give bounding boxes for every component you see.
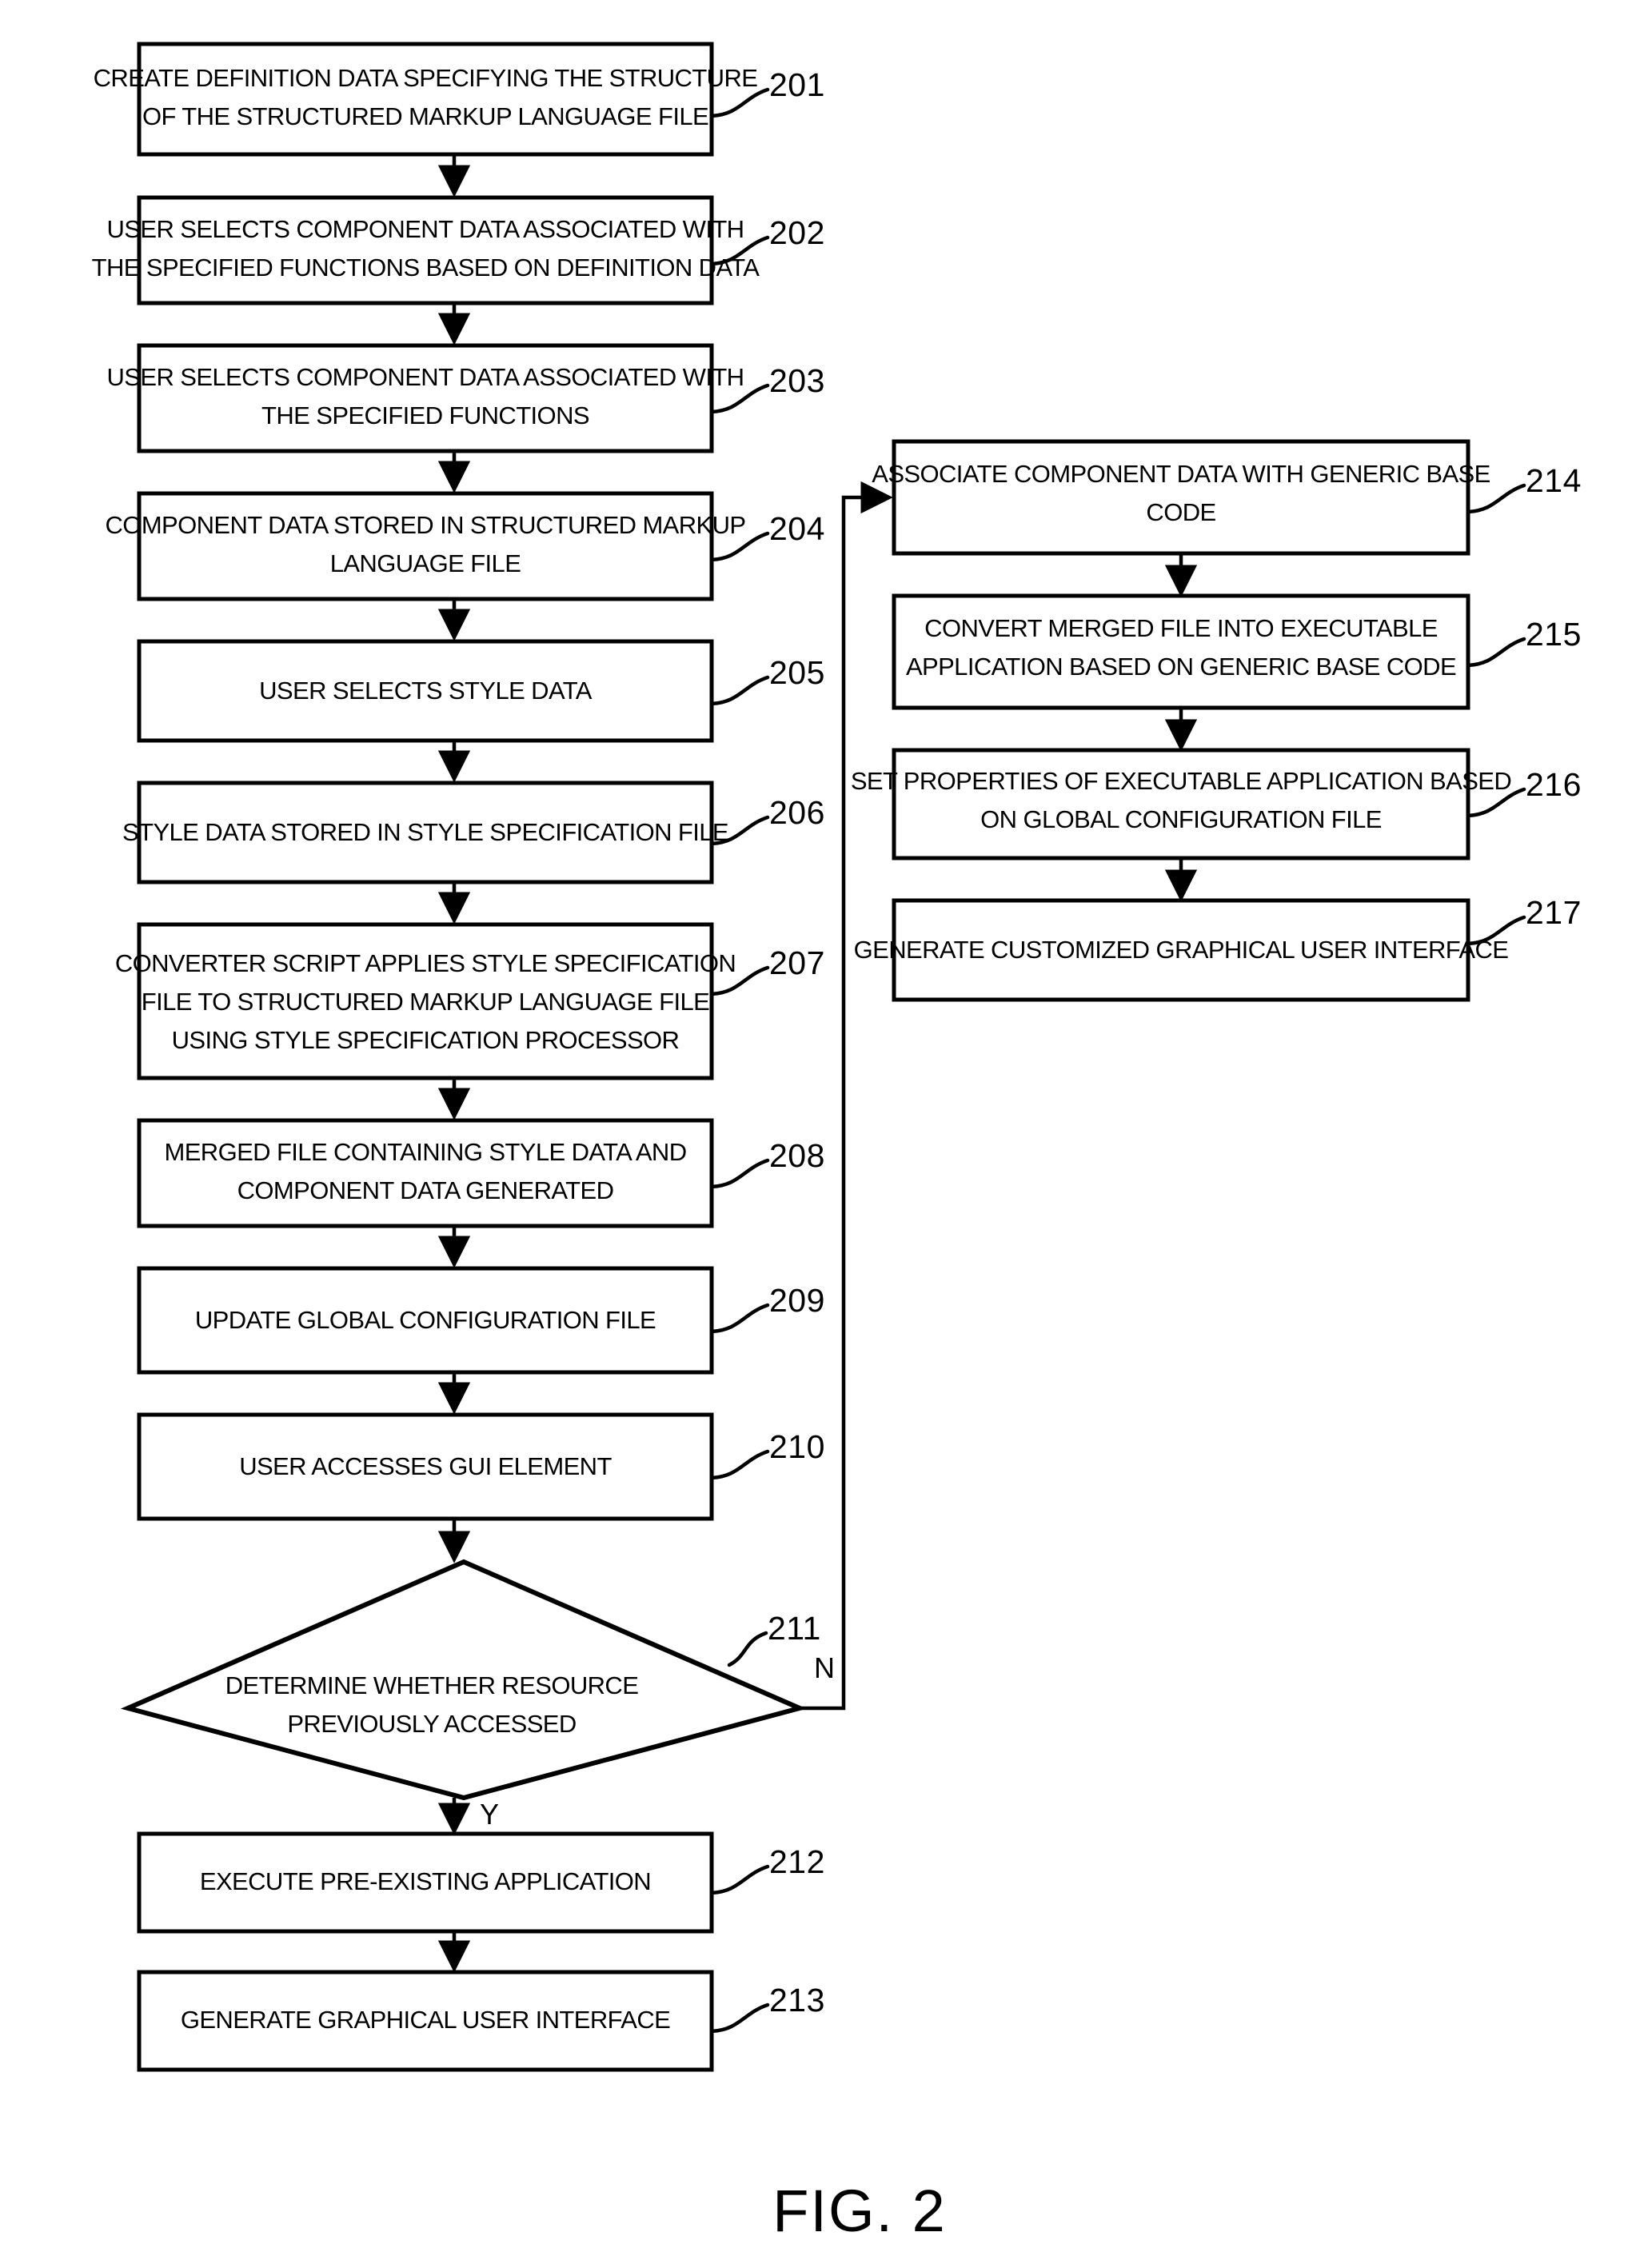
node-209-line-0: UPDATE GLOBAL CONFIGURATION FILE (195, 1306, 656, 1334)
node-202: USER SELECTS COMPONENT DATA ASSOCIATED W… (92, 195, 825, 305)
node-211-line-0: DETERMINE WHETHER RESOURCE (225, 1671, 639, 1699)
node-205-line-0: USER SELECTS STYLE DATA (259, 677, 593, 705)
patent-figure-sheet: CREATE DEFINITION DATA SPECIFYING THE ST… (0, 0, 1644, 2268)
node-202-line-1: THE SPECIFIED FUNCTIONS BASED ON DEFINIT… (92, 254, 760, 282)
node-207-line-0: CONVERTER SCRIPT APPLIES STYLE SPECIFICA… (115, 949, 736, 977)
node-203-box (137, 343, 714, 453)
figure-caption: FIG. 2 (772, 2178, 947, 2244)
node-209: UPDATE GLOBAL CONFIGURATION FILE 209 (137, 1266, 825, 1375)
node-210-line-0: USER ACCESSES GUI ELEMENT (239, 1452, 612, 1480)
node-201-box (137, 42, 714, 157)
node-217: GENERATE CUSTOMIZED GRAPHICAL USER INTER… (854, 894, 1582, 1002)
node-201-ref: 201 (769, 66, 825, 103)
node-209-ref: 209 (769, 1282, 825, 1319)
node-205-leader (709, 675, 770, 706)
node-202-line-0: USER SELECTS COMPONENT DATA ASSOCIATED W… (107, 215, 744, 243)
node-207: CONVERTER SCRIPT APPLIES STYLE SPECIFICA… (115, 922, 825, 1080)
node-202-ref: 202 (769, 214, 825, 251)
node-201-line-1: OF THE STRUCTURED MARKUP LANGUAGE FILE (142, 102, 708, 130)
node-201-line-0: CREATE DEFINITION DATA SPECIFYING THE ST… (94, 64, 758, 92)
node-204-line-0: COMPONENT DATA STORED IN STRUCTURED MARK… (106, 511, 746, 539)
node-213-line-0: GENERATE GRAPHICAL USER INTERFACE (181, 2006, 670, 2034)
node-204: COMPONENT DATA STORED IN STRUCTURED MARK… (106, 491, 825, 601)
node-204-line-1: LANGUAGE FILE (330, 549, 521, 577)
node-201: CREATE DEFINITION DATA SPECIFYING THE ST… (94, 42, 825, 157)
node-207-ref: 207 (769, 944, 825, 981)
node-211-ref: 211 (768, 1610, 821, 1647)
node-216: SET PROPERTIES OF EXECUTABLE APPLICATION… (851, 748, 1582, 860)
node-212-ref: 212 (769, 1843, 825, 1880)
node-215-ref: 215 (1526, 616, 1582, 653)
node-207-line-2: USING STYLE SPECIFICATION PROCESSOR (172, 1026, 680, 1054)
node-208-leader (709, 1158, 770, 1189)
node-215-leader (1466, 637, 1526, 668)
node-213-leader (709, 2002, 770, 2034)
node-217-line-0: GENERATE CUSTOMIZED GRAPHICAL USER INTER… (854, 936, 1509, 964)
node-213: GENERATE GRAPHICAL USER INTERFACE 213 (137, 1970, 825, 2072)
node-215: CONVERT MERGED FILE INTO EXECUTABLE APPL… (892, 593, 1582, 710)
node-214-line-0: ASSOCIATE COMPONENT DATA WITH GENERIC BA… (872, 460, 1490, 488)
node-203: USER SELECTS COMPONENT DATA ASSOCIATED W… (107, 343, 825, 453)
node-214-line-1: CODE (1146, 498, 1215, 526)
node-204-ref: 204 (769, 510, 825, 547)
node-205-ref: 205 (769, 654, 825, 691)
branch-label-no: N (814, 1651, 835, 1684)
node-203-line-1: THE SPECIFIED FUNCTIONS (261, 401, 589, 429)
node-203-ref: 203 (769, 362, 825, 399)
node-211-line-1: PREVIOUSLY ACCESSED (287, 1710, 576, 1738)
node-212-line-0: EXECUTE PRE-EXISTING APPLICATION (200, 1867, 651, 1895)
node-207-line-1: FILE TO STRUCTURED MARKUP LANGUAGE FILE (142, 988, 709, 1016)
node-217-ref: 217 (1526, 894, 1582, 931)
node-211: DETERMINE WHETHER RESOURCE PREVIOUSLY AC… (120, 1559, 835, 1831)
node-208: MERGED FILE CONTAINING STYLE DATA AND CO… (137, 1118, 825, 1228)
node-206-ref: 206 (769, 794, 825, 831)
node-216-ref: 216 (1526, 766, 1582, 803)
node-203-line-0: USER SELECTS COMPONENT DATA ASSOCIATED W… (107, 363, 744, 391)
node-208-line-0: MERGED FILE CONTAINING STYLE DATA AND (164, 1138, 686, 1166)
node-204-box (137, 491, 714, 601)
node-214: ASSOCIATE COMPONENT DATA WITH GENERIC BA… (872, 439, 1582, 556)
node-205: USER SELECTS STYLE DATA 205 (137, 639, 825, 743)
branch-label-yes: Y (480, 1798, 499, 1831)
node-215-line-1: APPLICATION BASED ON GENERIC BASE CODE (906, 653, 1456, 681)
node-214-box (892, 439, 1470, 556)
node-215-line-0: CONVERT MERGED FILE INTO EXECUTABLE (924, 614, 1438, 642)
node-202-box (137, 195, 714, 305)
node-212-leader (709, 1864, 770, 1895)
node-210-ref: 210 (769, 1428, 825, 1465)
node-206-line-0: STYLE DATA STORED IN STYLE SPECIFICATION… (122, 818, 728, 846)
node-210-leader (709, 1449, 770, 1480)
node-216-line-1: ON GLOBAL CONFIGURATION FILE (980, 805, 1382, 833)
node-213-ref: 213 (769, 1982, 825, 2018)
node-215-box (892, 593, 1470, 710)
node-208-ref: 208 (769, 1137, 825, 1174)
node-210: USER ACCESSES GUI ELEMENT 210 (137, 1412, 825, 1521)
flowchart-diagram: CREATE DEFINITION DATA SPECIFYING THE ST… (92, 42, 1582, 2244)
node-201-leader (709, 87, 770, 118)
node-214-ref: 214 (1526, 462, 1582, 499)
node-214-leader (1466, 483, 1526, 514)
node-206: STYLE DATA STORED IN STYLE SPECIFICATION… (122, 781, 825, 884)
node-208-box (137, 1118, 714, 1228)
node-212: EXECUTE PRE-EXISTING APPLICATION 212 (137, 1831, 825, 1934)
node-211-leader (727, 1631, 768, 1667)
node-208-line-1: COMPONENT DATA GENERATED (237, 1176, 614, 1204)
node-216-line-0: SET PROPERTIES OF EXECUTABLE APPLICATION… (851, 767, 1511, 795)
node-209-leader (709, 1303, 770, 1334)
